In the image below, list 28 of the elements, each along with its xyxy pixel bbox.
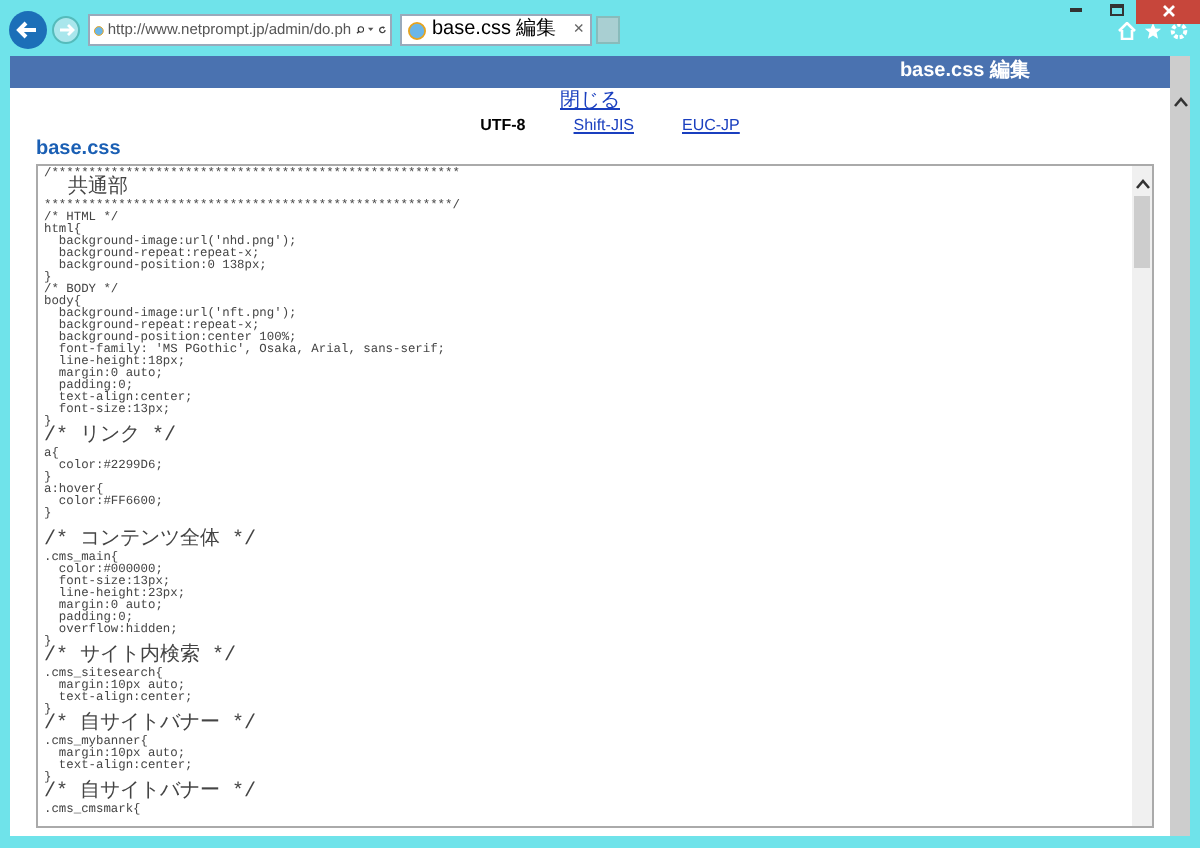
code-line: /* 自サイトバナー */ (44, 716, 259, 736)
encoding-link[interactable]: Shift-JIS (573, 113, 634, 137)
code-line: 共通部 (68, 180, 129, 200)
code-line: /* 自サイトバナー */ (44, 784, 259, 804)
file-title: base.css (36, 138, 121, 160)
back-button[interactable] (8, 10, 48, 50)
dropdown-icon[interactable] (367, 26, 374, 34)
settings-icon[interactable] (1170, 22, 1188, 40)
close-icon[interactable] (1161, 3, 1175, 18)
scroll-up-icon[interactable] (1173, 96, 1187, 108)
refresh-icon[interactable] (377, 22, 386, 38)
tab-close-button[interactable]: × (573, 16, 584, 44)
editor-scrollbar[interactable] (1132, 166, 1152, 826)
star-icon[interactable] (1144, 22, 1162, 40)
close-button[interactable] (1136, 0, 1200, 24)
close-link[interactable]: 閉じる (560, 90, 620, 112)
page-scrollbar[interactable] (1170, 56, 1190, 836)
code-line: /* リンク */ (44, 428, 179, 448)
code-line: /* コンテンツ全体 */ (44, 532, 259, 552)
current-encoding: UTF-8 (480, 113, 526, 137)
encoding-link[interactable]: EUC-JP (682, 113, 740, 137)
tab-title: base.css 編集 (432, 18, 557, 42)
scroll-up-icon[interactable] (1135, 178, 1149, 190)
header-title: base.css 編集 (899, 60, 1030, 84)
browser-tab[interactable]: base.css 編集 × (400, 14, 592, 46)
scrollbar-thumb[interactable] (1134, 196, 1150, 268)
code-line: /* サイト内検索 */ (44, 648, 239, 668)
search-icon[interactable] (355, 22, 364, 38)
